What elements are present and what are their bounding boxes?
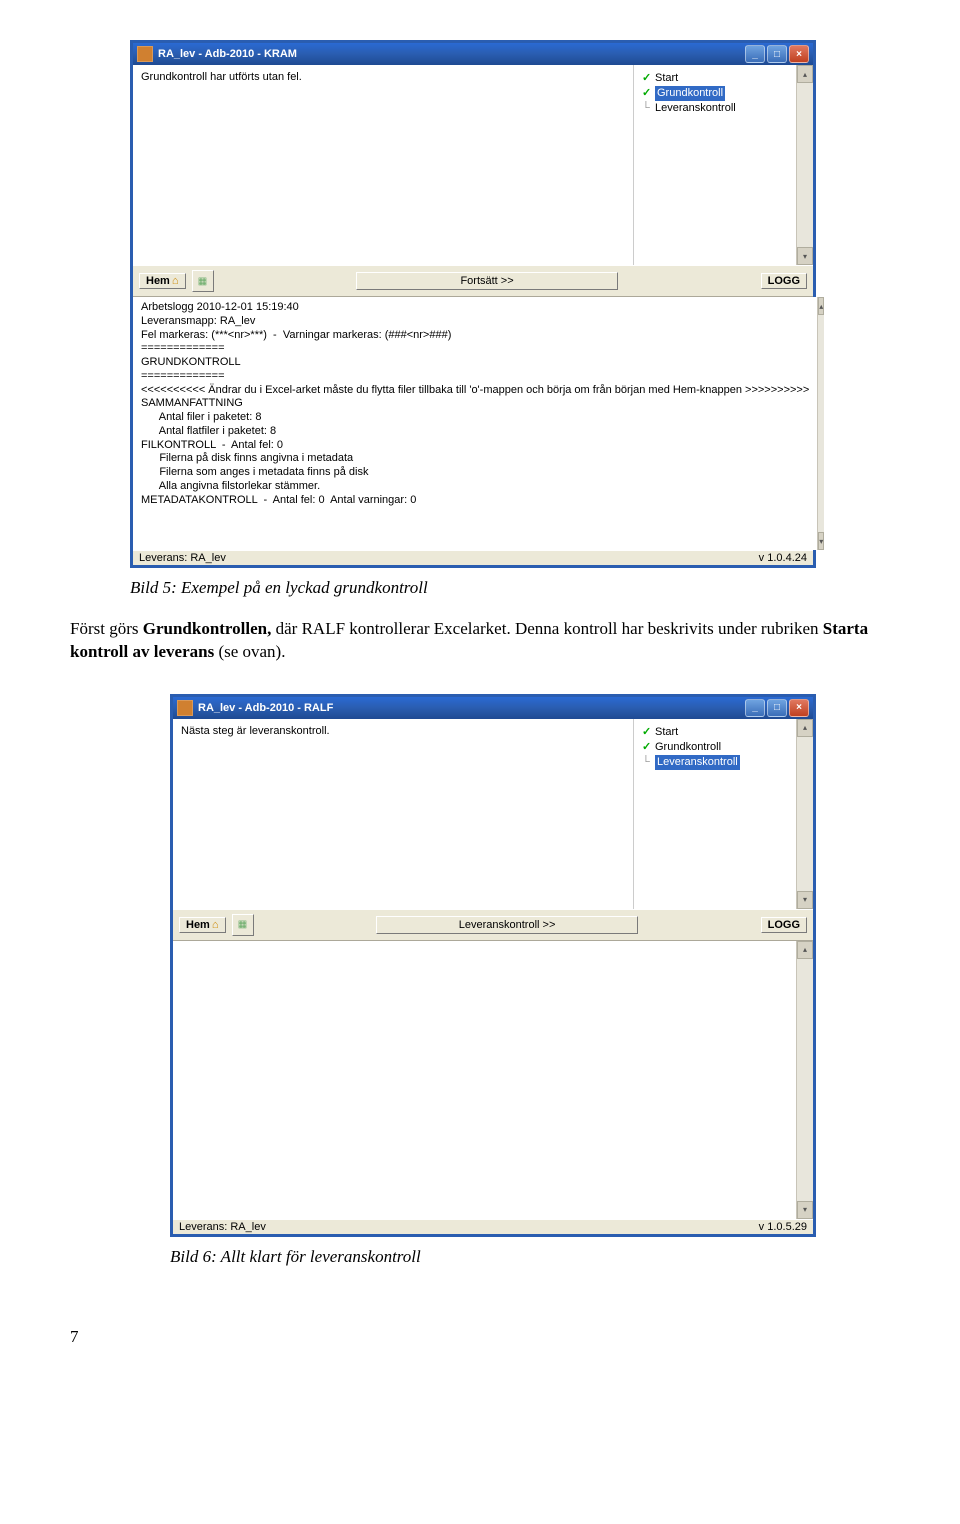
toolbar: Hem ⌂ ▦ Fortsätt >> LOGG (133, 265, 813, 297)
minimize-button[interactable]: _ (745, 45, 765, 63)
toolbar-icon-button[interactable]: ▦ (192, 270, 214, 292)
log-output (173, 941, 796, 1219)
tree-panel: ✓Start ✓Grundkontroll └Leveranskontroll (633, 719, 796, 909)
status-left: Leverans: RA_lev (139, 552, 759, 564)
grid-icon: ▦ (198, 276, 207, 287)
tree-item-grundkontroll[interactable]: ✓Grundkontroll (640, 740, 792, 755)
screenshot-1-window: RA_lev - Adb-2010 - KRAM _ □ × Grundkont… (130, 40, 816, 568)
scroll-thumb[interactable] (818, 315, 824, 532)
tree-item-leveranskontroll[interactable]: └Leveranskontroll (640, 755, 792, 770)
log-scrollbar[interactable]: ▴ ▾ (817, 297, 824, 550)
status-right: v 1.0.4.24 (759, 552, 807, 564)
tree-item-start[interactable]: ✓Start (640, 71, 792, 86)
log-scrollbar[interactable]: ▴ ▾ (796, 941, 813, 1219)
scroll-up-icon[interactable]: ▴ (797, 65, 813, 83)
status-left: Leverans: RA_lev (179, 1221, 759, 1233)
status-right: v 1.0.5.29 (759, 1221, 807, 1233)
statusbar: Leverans: RA_lev v 1.0.4.24 (133, 550, 813, 565)
titlebar: RA_lev - Adb-2010 - RALF _ □ × (173, 697, 813, 719)
scroll-up-icon[interactable]: ▴ (818, 297, 824, 315)
log-output: Arbetslogg 2010-12-01 15:19:40 Leveransm… (133, 297, 817, 550)
scroll-up-icon[interactable]: ▴ (797, 719, 813, 737)
scroll-down-icon[interactable]: ▾ (797, 891, 813, 909)
home-icon: ⌂ (172, 275, 179, 287)
tree-panel: ✓Start ✓Grundkontroll └Leveranskontroll (633, 65, 796, 265)
caption-bild-5: Bild 5: Exempel på en lyckad grundkontro… (130, 578, 870, 598)
scroll-down-icon[interactable]: ▾ (818, 532, 824, 550)
scrollbar[interactable]: ▴ ▾ (796, 719, 813, 909)
leveranskontroll-button[interactable]: Leveranskontroll >> (376, 916, 638, 934)
tree-item-grundkontroll[interactable]: ✓Grundkontroll (640, 86, 792, 101)
statusbar: Leverans: RA_lev v 1.0.5.29 (173, 1219, 813, 1234)
toolbar: Hem ⌂ ▦ Leveranskontroll >> LOGG (173, 909, 813, 941)
screenshot-2-window: RA_lev - Adb-2010 - RALF _ □ × Nästa ste… (170, 694, 816, 1237)
page-number: 7 (70, 1327, 870, 1347)
hem-button[interactable]: Hem ⌂ (179, 917, 226, 933)
message-panel: Grundkontroll har utförts utan fel. (133, 65, 633, 265)
hem-button[interactable]: Hem ⌂ (139, 273, 186, 289)
scroll-down-icon[interactable]: ▾ (797, 247, 813, 265)
scroll-down-icon[interactable]: ▾ (797, 1201, 813, 1219)
scroll-thumb[interactable] (797, 83, 813, 247)
scroll-up-icon[interactable]: ▴ (797, 941, 813, 959)
app-icon (137, 46, 153, 62)
scroll-thumb[interactable] (797, 737, 813, 891)
minimize-button[interactable]: _ (745, 699, 765, 717)
toolbar-icon-button[interactable]: ▦ (232, 914, 254, 936)
maximize-button[interactable]: □ (767, 699, 787, 717)
body-paragraph: Först görs Grundkontrollen, där RALF kon… (70, 618, 870, 664)
close-button[interactable]: × (789, 699, 809, 717)
window-title: RA_lev - Adb-2010 - KRAM (158, 48, 745, 60)
logg-button[interactable]: LOGG (761, 917, 807, 933)
scroll-thumb[interactable] (797, 959, 813, 1201)
fortsatt-button[interactable]: Fortsätt >> (356, 272, 618, 290)
titlebar: RA_lev - Adb-2010 - KRAM _ □ × (133, 43, 813, 65)
scrollbar[interactable]: ▴ ▾ (796, 65, 813, 265)
window-title: RA_lev - Adb-2010 - RALF (198, 702, 745, 714)
caption-bild-6: Bild 6: Allt klart för leveranskontroll (170, 1247, 870, 1267)
app-icon (177, 700, 193, 716)
tree-item-leveranskontroll[interactable]: └Leveranskontroll (640, 101, 792, 116)
home-icon: ⌂ (212, 919, 219, 931)
logg-button[interactable]: LOGG (761, 273, 807, 289)
status-message: Nästa steg är leveranskontroll. (181, 725, 330, 737)
maximize-button[interactable]: □ (767, 45, 787, 63)
close-button[interactable]: × (789, 45, 809, 63)
grid-icon: ▦ (238, 919, 247, 930)
tree-item-start[interactable]: ✓Start (640, 725, 792, 740)
message-panel: Nästa steg är leveranskontroll. (173, 719, 633, 909)
status-message: Grundkontroll har utförts utan fel. (141, 71, 302, 83)
